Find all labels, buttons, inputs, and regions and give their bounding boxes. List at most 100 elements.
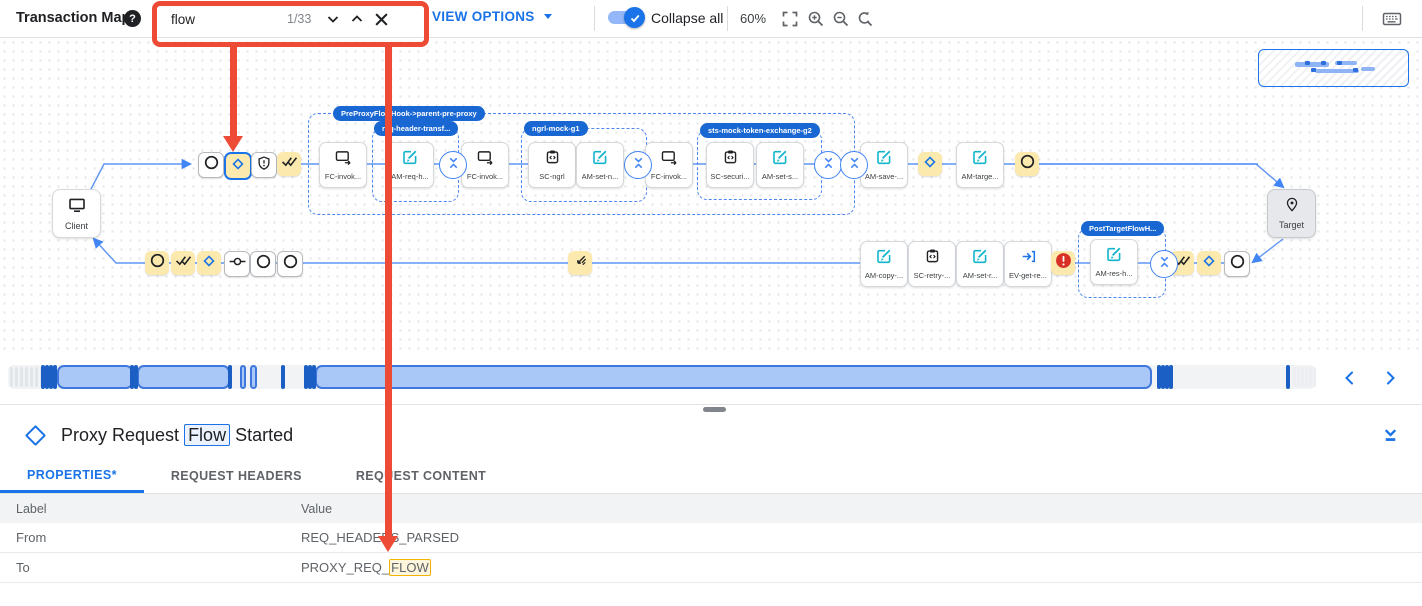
group-pill[interactable]: PostTargetFlowH... — [1081, 221, 1164, 236]
timeline-segment[interactable] — [315, 365, 1152, 389]
row-label: To — [0, 560, 301, 575]
timeline-marker[interactable] — [130, 365, 134, 389]
policy-node[interactable]: SC-ngrl — [528, 142, 576, 188]
timeline-marker[interactable] — [1286, 365, 1290, 389]
diamond-step-node[interactable] — [197, 251, 221, 275]
policy-node[interactable]: AM-set-s... — [756, 142, 804, 188]
dblcheck-icon — [281, 155, 298, 173]
collapse-group-button[interactable] — [814, 151, 842, 179]
circle-step-node[interactable] — [250, 251, 276, 277]
collapse-group-button[interactable] — [1150, 250, 1178, 278]
app-title: Transaction Map — [16, 10, 130, 26]
dblcheck-step-node[interactable] — [171, 251, 195, 275]
diamond-step-node[interactable] — [918, 152, 942, 176]
collapse-group-button[interactable] — [624, 151, 652, 179]
view-options-button[interactable]: VIEW OPTIONS — [432, 9, 552, 24]
timeline-marker[interactable] — [281, 365, 285, 389]
policy-node[interactable]: AM-req-h... — [386, 142, 434, 188]
group-pill[interactable]: ngrl-mock-g1 — [524, 121, 588, 136]
fit-to-screen-icon[interactable] — [779, 8, 801, 30]
circle-step-node[interactable] — [277, 251, 303, 277]
shield-step-node[interactable] — [251, 152, 277, 178]
zoom-out-icon[interactable] — [830, 8, 852, 30]
policy-node[interactable]: EV-get-re... — [1004, 241, 1052, 287]
policy-node-label: AM-targe... — [961, 172, 998, 181]
timeline-segment[interactable] — [137, 365, 230, 389]
search-box[interactable]: 1/33 — [157, 5, 414, 33]
merge-step-node[interactable] — [224, 251, 250, 277]
timeline-next-icon[interactable] — [1378, 367, 1402, 389]
tab-request-headers[interactable]: REQUEST HEADERS — [144, 459, 329, 493]
circle-step-node[interactable] — [145, 251, 169, 275]
policy-node[interactable]: AM-res-h... — [1090, 239, 1138, 285]
diamond-step-node[interactable] — [224, 152, 252, 180]
minimap[interactable] — [1258, 49, 1409, 87]
circle-step-node[interactable] — [1015, 152, 1039, 176]
policy-node[interactable]: AM-set-n... — [576, 142, 624, 188]
error-step-node[interactable] — [1051, 251, 1075, 275]
timeline-tick — [15, 367, 18, 387]
help-icon[interactable]: ? — [124, 10, 141, 27]
panel-resize-handle[interactable] — [703, 407, 726, 412]
timeline-marker[interactable] — [1165, 365, 1169, 389]
timeline-marker[interactable] — [308, 365, 312, 389]
table-row: FromREQ_HEADERS_PARSED — [0, 523, 1422, 553]
collapse-group-button[interactable] — [840, 151, 868, 179]
endpoint-target[interactable]: Target — [1267, 189, 1316, 238]
panel-collapse-icon[interactable] — [1378, 423, 1402, 447]
tab-request-content[interactable]: REQUEST CONTENT — [329, 459, 513, 493]
group-pill[interactable]: sts-mock-token-exchange-g2 — [700, 123, 820, 138]
zoom-in-icon[interactable] — [805, 8, 827, 30]
collapse-group-button[interactable] — [439, 151, 467, 179]
search-close-icon[interactable] — [369, 7, 393, 31]
timeline-segment[interactable] — [240, 365, 246, 389]
policy-node[interactable]: SC-retry-... — [908, 241, 956, 287]
policy-node[interactable]: SC-securi... — [706, 142, 754, 188]
policy-node[interactable]: FC-invok... — [645, 142, 693, 188]
circle-icon — [204, 155, 219, 175]
policy-node[interactable]: AM-copy-... — [860, 241, 908, 287]
timeline-marker[interactable] — [1161, 365, 1165, 389]
timeline-marker[interactable] — [304, 365, 308, 389]
timeline-scrubber[interactable] — [0, 354, 1422, 400]
timeline-segment[interactable] — [250, 365, 257, 389]
policy-node[interactable]: AM-targe... — [956, 142, 1004, 188]
circle-step-node[interactable] — [1224, 251, 1250, 277]
dblcheck-step-node[interactable] — [277, 152, 301, 176]
minimap-content — [1337, 61, 1342, 65]
edit-policy-icon — [772, 149, 788, 170]
keyboard-shortcuts-icon[interactable] — [1381, 8, 1403, 30]
route-step-node[interactable] — [568, 251, 592, 275]
tab-properties-[interactable]: PROPERTIES* — [0, 459, 144, 493]
timeline-marker[interactable] — [41, 365, 45, 389]
diagram-canvas[interactable]: PreProxyFlowHook->parent-pre-proxyreq-he… — [0, 38, 1422, 354]
timeline-marker[interactable] — [1169, 365, 1173, 389]
search-next-icon[interactable] — [321, 7, 345, 31]
policy-node[interactable]: FC-invok... — [461, 142, 509, 188]
endpoint-client[interactable]: Client — [52, 189, 101, 238]
timeline-marker[interactable] — [1157, 365, 1161, 389]
diamond-step-node[interactable] — [1197, 251, 1221, 275]
timeline-marker[interactable] — [228, 365, 232, 389]
timeline-segment[interactable] — [57, 365, 133, 389]
policy-node[interactable]: AM-set-r... — [956, 241, 1004, 287]
zoom-reset-icon[interactable] — [854, 8, 876, 30]
timeline-tick — [1313, 367, 1316, 387]
group-pill[interactable]: req-header-transf... — [374, 121, 458, 136]
search-input[interactable] — [169, 11, 287, 28]
edit-policy-icon — [1106, 246, 1122, 267]
minimap-content — [1353, 68, 1358, 72]
search-prev-icon[interactable] — [345, 7, 369, 31]
column-value: Value — [301, 502, 1422, 516]
timeline-marker[interactable] — [53, 365, 57, 389]
timeline-marker[interactable] — [49, 365, 53, 389]
circle-step-node[interactable] — [198, 152, 224, 178]
timeline-marker[interactable] — [45, 365, 49, 389]
group-pill[interactable]: PreProxyFlowHook->parent-pre-proxy — [333, 106, 485, 121]
timeline-marker[interactable] — [134, 365, 138, 389]
timeline-prev-icon[interactable] — [1338, 367, 1362, 389]
timeline-marker[interactable] — [312, 365, 316, 389]
diamond-icon — [923, 155, 937, 174]
policy-node[interactable]: FC-invok... — [319, 142, 367, 188]
collapse-all-toggle[interactable] — [608, 11, 641, 24]
